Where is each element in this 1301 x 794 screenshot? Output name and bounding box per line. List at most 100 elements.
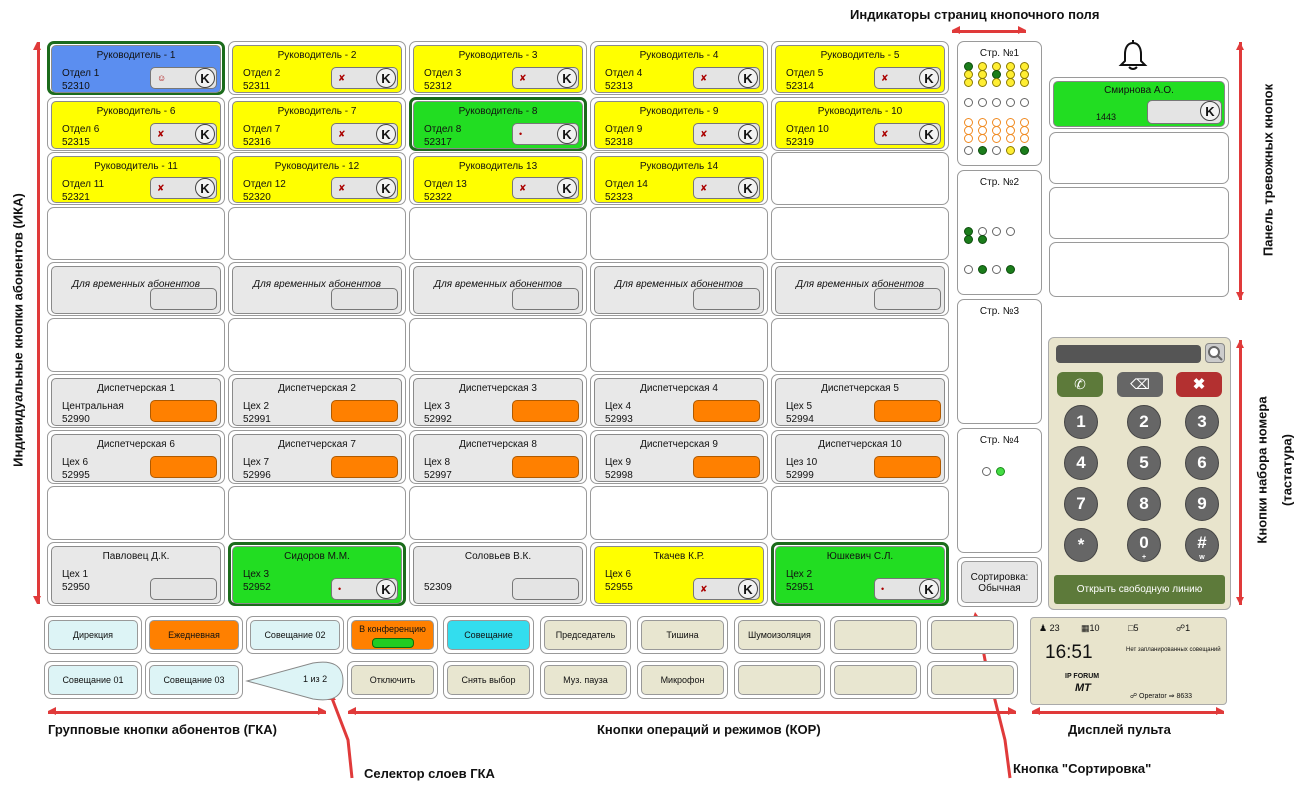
subscriber-button[interactable]: Диспетчерская 9 Цех 9 52998: [590, 430, 768, 484]
sort-button[interactable]: Сортировка: Обычная: [957, 557, 1042, 607]
subscriber-button[interactable]: Диспетчерская 5 Цех 5 52994: [771, 374, 949, 428]
operation-button[interactable]: [734, 661, 825, 699]
subscriber-button[interactable]: Руководитель - 2 Отдел 2 52311 ✘ K: [228, 41, 406, 95]
alarm-button-2[interactable]: [1049, 132, 1229, 184]
subscriber-button[interactable]: Юшкевич С.Л. Цех 2 52951 • K: [771, 542, 949, 606]
operation-button[interactable]: [927, 661, 1018, 699]
empty-subscriber-button[interactable]: [47, 318, 225, 372]
subscriber-button[interactable]: Руководитель - 6 Отдел 6 52315 ✘ K: [47, 97, 225, 151]
alarm-button-4[interactable]: [1049, 242, 1229, 297]
gka-layer-selector[interactable]: 1 из 2: [245, 660, 345, 702]
dial-key[interactable]: 8: [1127, 487, 1161, 521]
k-button[interactable]: K: [195, 68, 215, 88]
dial-key[interactable]: *: [1064, 528, 1098, 562]
empty-subscriber-button[interactable]: [47, 207, 225, 260]
k-button[interactable]: K: [738, 178, 758, 198]
group-button[interactable]: Совещание 03: [145, 661, 243, 699]
empty-subscriber-button[interactable]: [409, 486, 587, 540]
subscriber-button[interactable]: Руководитель 14 Отдел 14 52323 ✘ K: [590, 152, 768, 205]
operation-button[interactable]: Отключить: [347, 661, 438, 699]
subscriber-button[interactable]: Диспетчерская 1 Центральная 52990: [47, 374, 225, 428]
empty-subscriber-button[interactable]: [590, 318, 768, 372]
dial-key[interactable]: 9: [1185, 487, 1219, 521]
operation-button[interactable]: Совещание: [443, 616, 534, 654]
k-button[interactable]: K: [557, 68, 577, 88]
empty-subscriber-button[interactable]: [771, 152, 949, 205]
k-button[interactable]: K: [376, 579, 396, 599]
operation-button[interactable]: [830, 616, 921, 654]
k-button[interactable]: K: [557, 178, 577, 198]
dial-key[interactable]: 1: [1064, 405, 1098, 439]
empty-subscriber-button[interactable]: [771, 318, 949, 372]
operation-button[interactable]: Шумоизоляция: [734, 616, 825, 654]
operation-button[interactable]: [830, 661, 921, 699]
empty-subscriber-button[interactable]: [228, 207, 406, 260]
subscriber-button[interactable]: Руководитель - 10 Отдел 10 52319 ✘ K: [771, 97, 949, 151]
page-indicator-4[interactable]: Стр. №4: [957, 428, 1042, 553]
page-indicator-3[interactable]: Стр. №3: [957, 299, 1042, 424]
subscriber-button[interactable]: Руководитель 13 Отдел 13 52322 ✘ K: [409, 152, 587, 205]
k-button[interactable]: K: [557, 124, 577, 144]
operation-button[interactable]: Председатель: [540, 616, 631, 654]
subscriber-button[interactable]: Павловец Д.К. Цех 1 52950: [47, 542, 225, 606]
temporary-subscriber-button[interactable]: Для временных абонентов: [771, 262, 949, 316]
dial-key[interactable]: 4: [1064, 446, 1098, 480]
operation-button[interactable]: Муз. пауза: [540, 661, 631, 699]
dial-search-icon[interactable]: [1205, 343, 1225, 363]
empty-subscriber-button[interactable]: [590, 486, 768, 540]
k-button[interactable]: K: [738, 579, 758, 599]
k-button[interactable]: K: [195, 124, 215, 144]
operation-button[interactable]: Тишина: [637, 616, 728, 654]
subscriber-button[interactable]: Соловьев В.К. 52309: [409, 542, 587, 606]
k-button[interactable]: K: [376, 68, 396, 88]
subscriber-button[interactable]: Руководитель - 11 Отдел 11 52321 ✘ K: [47, 152, 225, 205]
k-button[interactable]: K: [919, 124, 939, 144]
k-button[interactable]: K: [195, 178, 215, 198]
dial-key[interactable]: 3: [1185, 405, 1219, 439]
backspace-button[interactable]: ⌫: [1117, 372, 1163, 397]
empty-subscriber-button[interactable]: [771, 486, 949, 540]
k-button[interactable]: K: [376, 178, 396, 198]
k-button[interactable]: K: [738, 68, 758, 88]
subscriber-button[interactable]: Диспетчерская 8 Цех 8 52997: [409, 430, 587, 484]
subscriber-button[interactable]: Диспетчерская 7 Цех 7 52996: [228, 430, 406, 484]
subscriber-button[interactable]: Руководитель - 4 Отдел 4 52313 ✘ K: [590, 41, 768, 95]
group-button[interactable]: Совещание 02: [246, 616, 344, 654]
empty-subscriber-button[interactable]: [409, 207, 587, 260]
operation-button[interactable]: Снять выбор: [443, 661, 534, 699]
subscriber-button[interactable]: Диспетчерская 6 Цех 6 52995: [47, 430, 225, 484]
subscriber-button[interactable]: Руководитель - 1 Отдел 1 52310 ☺ K: [47, 41, 225, 95]
dial-key[interactable]: 6: [1185, 446, 1219, 480]
dial-key[interactable]: 0 +: [1127, 528, 1161, 562]
empty-subscriber-button[interactable]: [771, 207, 949, 260]
operation-button[interactable]: Микрофон: [637, 661, 728, 699]
subscriber-button[interactable]: Диспетчерская 4 Цех 4 52993: [590, 374, 768, 428]
hangup-button[interactable]: ✖: [1176, 372, 1222, 397]
subscriber-button[interactable]: Руководитель - 7 Отдел 7 52316 ✘ K: [228, 97, 406, 151]
empty-subscriber-button[interactable]: [228, 486, 406, 540]
subscriber-button[interactable]: Руководитель - 3 Отдел 3 52312 ✘ K: [409, 41, 587, 95]
subscriber-button[interactable]: Руководитель - 12 Отдел 12 52320 ✘ K: [228, 152, 406, 205]
dial-key[interactable]: # w: [1185, 528, 1219, 562]
empty-subscriber-button[interactable]: [47, 486, 225, 540]
alarm-button-3[interactable]: [1049, 187, 1229, 239]
call-button[interactable]: ✆: [1057, 372, 1103, 397]
operation-button[interactable]: [927, 616, 1018, 654]
dial-key[interactable]: 5: [1127, 446, 1161, 480]
group-button[interactable]: Дирекция: [44, 616, 142, 654]
page-indicator-1[interactable]: Стр. №1: [957, 41, 1042, 166]
empty-subscriber-button[interactable]: [409, 318, 587, 372]
k-button[interactable]: K: [376, 124, 396, 144]
temporary-subscriber-button[interactable]: Для временных абонентов: [228, 262, 406, 316]
empty-subscriber-button[interactable]: [228, 318, 406, 372]
operation-button[interactable]: В конференцию: [347, 616, 438, 654]
subscriber-button[interactable]: Руководитель - 9 Отдел 9 52318 ✘ K: [590, 97, 768, 151]
subscriber-button[interactable]: Диспетчерская 10 Цез 10 52999: [771, 430, 949, 484]
group-button[interactable]: Совещание 01: [44, 661, 142, 699]
subscriber-button[interactable]: Диспетчерская 2 Цех 2 52991: [228, 374, 406, 428]
dial-key[interactable]: 2: [1127, 405, 1161, 439]
dial-number-field[interactable]: [1056, 345, 1201, 363]
temporary-subscriber-button[interactable]: Для временных абонентов: [47, 262, 225, 316]
page-indicator-2[interactable]: Стр. №2: [957, 170, 1042, 295]
alarm-button-1[interactable]: Смирнова А.О. 1443 K: [1049, 77, 1229, 129]
